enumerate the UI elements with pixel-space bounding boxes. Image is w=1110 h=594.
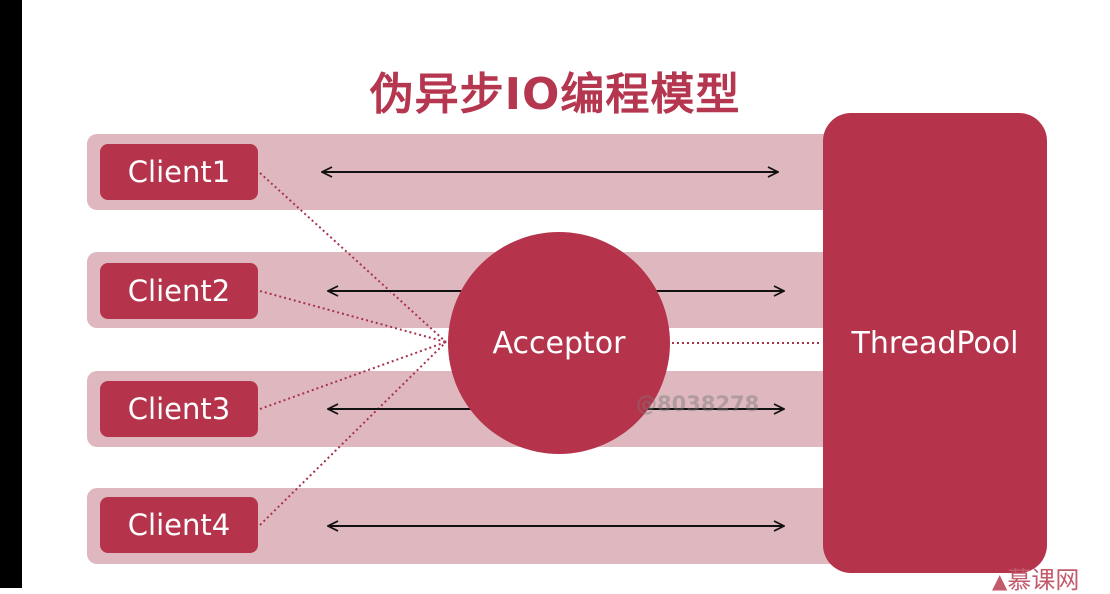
client4-node: Client4 — [100, 497, 258, 553]
brand-mark-icon: ▲ — [992, 569, 1008, 593]
client3-acceptor-link — [259, 341, 447, 410]
client2-node: Client2 — [100, 263, 258, 319]
acceptor-node: Acceptor — [448, 232, 670, 454]
client2-acceptor-link — [259, 290, 447, 343]
client1-node: Client1 — [100, 144, 258, 200]
brand-name: 慕课网 — [1007, 566, 1080, 594]
brand-logo-text: ▲慕课网 — [992, 568, 1079, 593]
client4-acceptor-link — [259, 341, 447, 526]
threadpool-node: ThreadPool — [823, 113, 1047, 573]
client3-node: Client3 — [100, 381, 258, 437]
watermark-text: @8038278 — [636, 392, 760, 416]
